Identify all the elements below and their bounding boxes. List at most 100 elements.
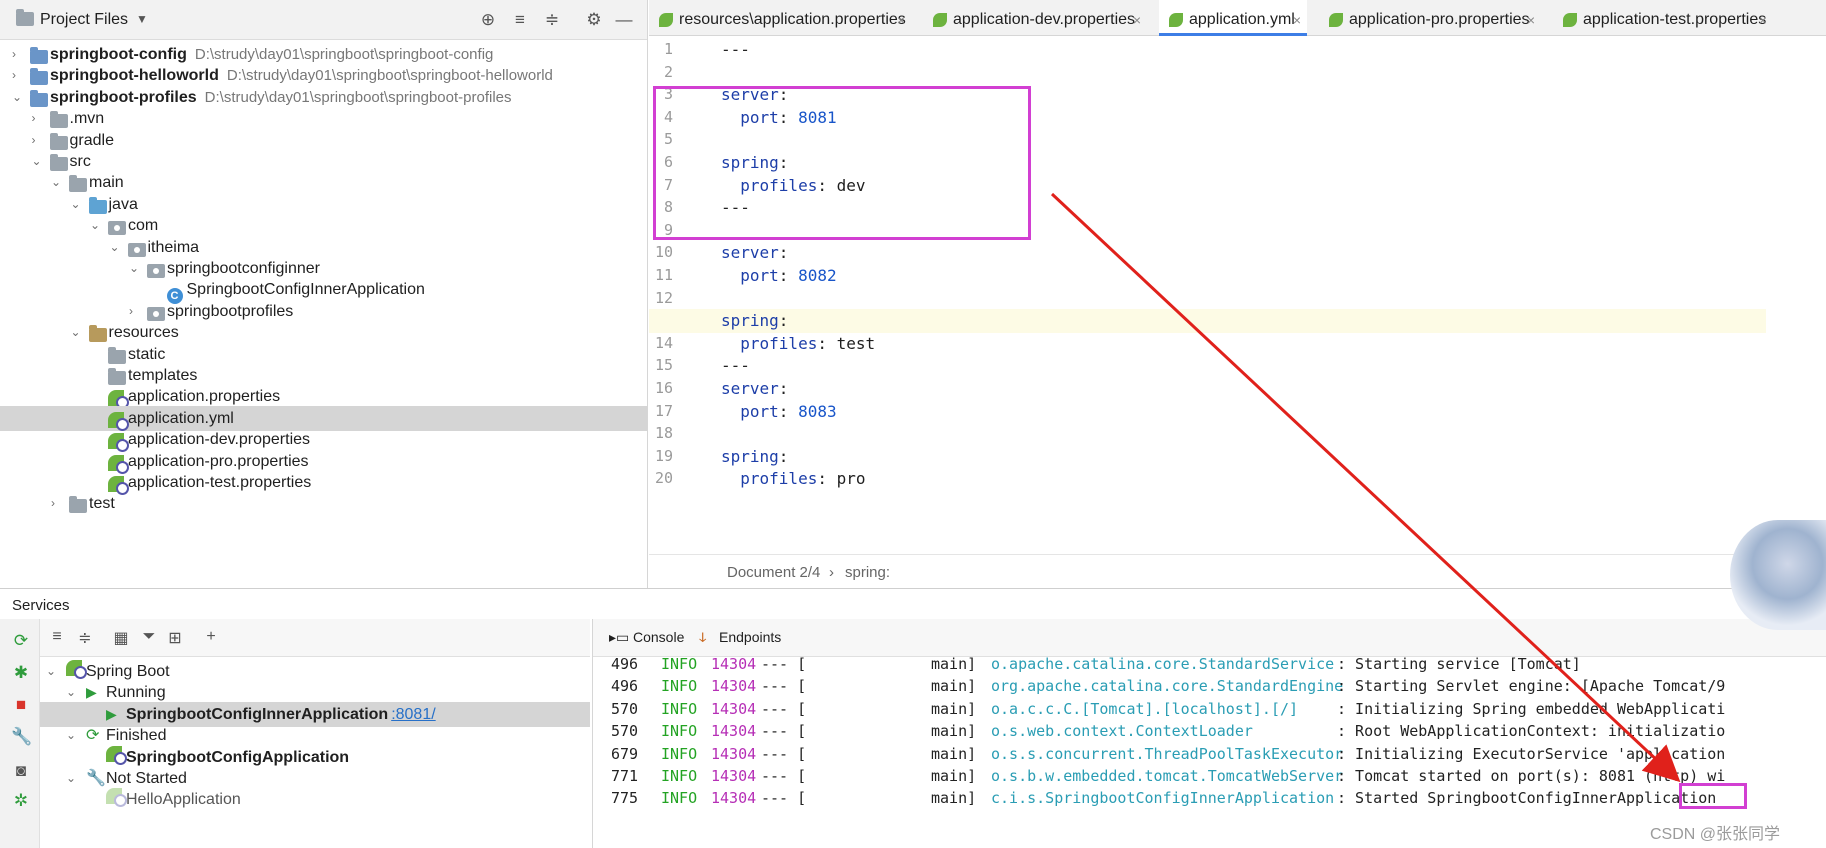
log-separator: --- [	[761, 744, 807, 763]
code-line[interactable]: port: 8083	[649, 400, 1766, 424]
folder-icon	[69, 175, 87, 193]
close-icon[interactable]: ×	[1133, 0, 1141, 40]
log-time: 775	[611, 789, 639, 808]
yaml-text	[721, 469, 740, 488]
tab-endpoints[interactable]: Endpoints	[719, 629, 781, 645]
services-panel: Services ⟳ ✱ ■ 🔧 ◙ ✲ ≡ ≑ ▦ ⏷ ⊞ + ⌄ Spring…	[0, 588, 1826, 848]
collapse-all-icon[interactable]: ≑	[542, 10, 562, 30]
gear-icon[interactable]: ⚙	[584, 10, 604, 30]
services-side-toolbar: ⟳ ✱ ■ 🔧 ◙ ✲	[0, 619, 40, 848]
code-line[interactable]: server:	[649, 241, 1766, 265]
log-time: 679	[611, 744, 639, 763]
code-line[interactable]: spring:	[649, 445, 1766, 469]
spring-boot-icon	[106, 788, 127, 808]
log-logger: org.apache.catalina.core.StandardEngine	[991, 677, 1344, 696]
code-line[interactable]	[649, 61, 1766, 85]
log-time: 570	[611, 722, 639, 741]
folder-icon	[16, 9, 34, 30]
editor-tab[interactable]: application.yml ×	[1159, 0, 1307, 36]
code-line[interactable]: profiles: test	[649, 332, 1766, 356]
yaml-text	[721, 266, 740, 285]
module-folder-icon	[30, 89, 48, 107]
log-logger: o.s.web.context.ContextLoader	[991, 722, 1253, 741]
code-line[interactable]: spring:	[649, 309, 1766, 334]
debug-icon[interactable]: ✱	[11, 663, 31, 683]
editor-tab[interactable]: resources\application.properties ×	[649, 0, 911, 36]
spring-config-icon	[1329, 13, 1343, 27]
filter-icon[interactable]: ⏷	[138, 628, 160, 648]
log-level: INFO	[661, 722, 698, 741]
service-node[interactable]: HelloApplication	[40, 787, 590, 812]
log-thread: main]	[931, 657, 977, 673]
code-line[interactable]: profiles: pro	[649, 467, 1766, 491]
stop-icon[interactable]: ■	[11, 695, 31, 715]
chevron-down-icon[interactable]: ▼	[136, 12, 148, 26]
yaml-text: pro	[836, 469, 866, 489]
log-logger: o.a.c.c.C.[Tomcat].[localhost].[/]	[991, 699, 1299, 718]
log-thread: main]	[931, 722, 977, 741]
spring-config-icon	[108, 476, 129, 495]
spring-config-icon	[659, 13, 673, 27]
expand-all-icon[interactable]: ≡	[510, 10, 530, 30]
yaml-text: ---	[721, 356, 750, 376]
editor-tab-label: application-test.properties	[1583, 11, 1767, 28]
yaml-number: 8083	[798, 401, 837, 421]
log-separator: --- [	[761, 657, 807, 673]
code-line[interactable]: ---	[649, 354, 1766, 378]
code-line[interactable]: ---	[649, 38, 1766, 62]
new-tab-icon[interactable]: ⊞	[164, 628, 186, 648]
locate-icon[interactable]: ⊕	[478, 10, 498, 30]
editor-tab-label: application.yml	[1189, 11, 1295, 28]
log-thread: main]	[931, 744, 977, 763]
yaml-text: ---	[721, 40, 750, 59]
editor-tab-label: application-pro.properties	[1349, 11, 1530, 28]
yaml-text: :	[778, 446, 789, 466]
wrench-icon[interactable]: 🔧	[11, 727, 32, 747]
log-thread: main]	[931, 767, 977, 785]
spring-config-icon	[108, 390, 129, 410]
code-line[interactable]: server:	[649, 377, 1766, 401]
project-view-title[interactable]: Project Files	[40, 11, 128, 29]
close-icon[interactable]: ×	[1293, 0, 1301, 40]
breadcrumb-node[interactable]: spring:	[845, 564, 890, 581]
add-icon[interactable]: +	[200, 628, 222, 648]
close-icon[interactable]: ×	[897, 0, 905, 40]
expand-all-icon[interactable]: ≡	[46, 628, 68, 648]
tab-console[interactable]: Console	[633, 629, 684, 645]
yaml-text: :	[778, 401, 799, 421]
tree-node[interactable]: › test	[0, 491, 647, 516]
settings-bug-icon[interactable]: ✲	[11, 791, 31, 811]
code-line[interactable]	[649, 422, 1766, 446]
chevron-right-icon[interactable]: ›	[51, 491, 65, 516]
port-link[interactable]: :8081/	[391, 706, 435, 723]
log-time: 771	[611, 767, 639, 785]
services-title: Services	[12, 597, 70, 614]
log-time: 570	[611, 699, 639, 718]
log-time: 496	[611, 677, 639, 696]
code-line[interactable]: port: 8082	[649, 264, 1766, 288]
refresh-icon[interactable]: ⟳	[11, 631, 31, 651]
yaml-key: profiles	[740, 333, 818, 353]
watermark: CSDN @张张同学	[1650, 826, 1781, 843]
console-log[interactable]: 496 INFO 14304 --- [main] o.apache.catalina.…	[593, 657, 1826, 848]
editor-tab[interactable]: application-test.properties ×	[1553, 0, 1773, 36]
breadcrumb-document[interactable]: Document 2/4	[727, 564, 820, 581]
tree-node-label: test	[89, 495, 115, 513]
log-message: : Initializing Spring embedded WebApplic…	[1337, 699, 1726, 718]
port-highlight-box	[1679, 783, 1747, 809]
group-by-icon[interactable]: ▦	[110, 628, 132, 648]
log-message: : Initializing ExecutorService 'applicat…	[1337, 744, 1726, 763]
camera-icon[interactable]: ◙	[11, 761, 31, 781]
editor-tab[interactable]: application-pro.properties ×	[1319, 0, 1541, 36]
yaml-text: :	[778, 311, 789, 331]
yaml-text: :	[778, 266, 799, 285]
minimize-icon[interactable]: —	[614, 10, 634, 30]
code-line[interactable]	[649, 287, 1766, 311]
collapse-all-icon[interactable]: ≑	[74, 628, 96, 648]
yaml-key: spring	[721, 311, 779, 331]
yaml-text: :	[778, 379, 789, 398]
close-icon[interactable]: ×	[1759, 0, 1767, 40]
package-icon	[147, 306, 165, 321]
close-icon[interactable]: ×	[1527, 0, 1535, 40]
editor-tab[interactable]: application-dev.properties ×	[923, 0, 1147, 36]
